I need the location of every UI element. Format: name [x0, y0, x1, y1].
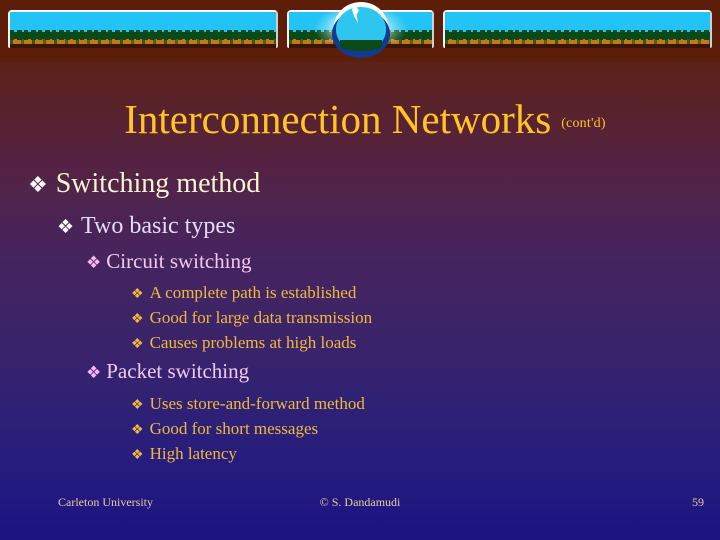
- outline-item-label: Causes problems at high loads: [149, 333, 357, 352]
- diamond-bullet-icon: ❖: [131, 312, 144, 327]
- diamond-bullet-icon: ❖: [28, 172, 48, 197]
- diamond-bullet-icon: ❖: [86, 253, 102, 272]
- outline-item-level4: ❖ Good for short messages: [131, 418, 318, 441]
- diamond-bullet-icon: ❖: [86, 363, 102, 382]
- slide-footer: Carleton University © S. Dandamudi 59: [0, 494, 720, 518]
- outline-item-label: Switching method: [55, 168, 261, 199]
- outline-item-label: High latency: [149, 444, 237, 463]
- diamond-bullet-icon: ❖: [131, 398, 144, 413]
- outline-item-level2: ❖ Two basic types: [57, 212, 235, 242]
- outline-item-label: A complete path is established: [149, 283, 357, 302]
- outline-item-level4: ❖ Uses store-and-forward method: [131, 393, 365, 416]
- presentation-slide: Interconnection Networks (cont'd) ❖ Switch…: [0, 0, 720, 540]
- outline-item-level1: ❖ Switching method: [28, 168, 260, 201]
- outline-item-level4: ❖ Causes problems at high loads: [131, 332, 356, 355]
- diamond-bullet-icon: ❖: [131, 448, 144, 463]
- outline-item-label: Uses store-and-forward method: [149, 394, 365, 413]
- diamond-bullet-icon: ❖: [131, 287, 144, 302]
- diamond-bullet-icon: ❖: [131, 423, 144, 438]
- diamond-bullet-icon: ❖: [57, 217, 75, 238]
- outline-item-level4: ❖ Good for large data transmission: [131, 307, 372, 330]
- slide-content-outline: ❖ Switching method ❖ Two basic types ❖ Circ…: [0, 0, 720, 540]
- outline-item-level3: ❖ Circuit switching: [86, 249, 252, 275]
- outline-item-level4: ❖ High latency: [131, 443, 237, 466]
- outline-item-label: Good for short messages: [149, 419, 319, 438]
- diamond-bullet-icon: ❖: [131, 337, 144, 352]
- outline-item-level3: ❖ Packet switching: [86, 359, 249, 385]
- outline-item-label: Packet switching: [106, 359, 250, 383]
- footer-page-number: 59: [692, 495, 704, 509]
- outline-item-label: Good for large data transmission: [149, 308, 373, 327]
- outline-item-level4: ❖ A complete path is established: [131, 282, 356, 305]
- outline-item-label: Circuit switching: [106, 249, 252, 273]
- outline-item-label: Two basic types: [81, 213, 236, 239]
